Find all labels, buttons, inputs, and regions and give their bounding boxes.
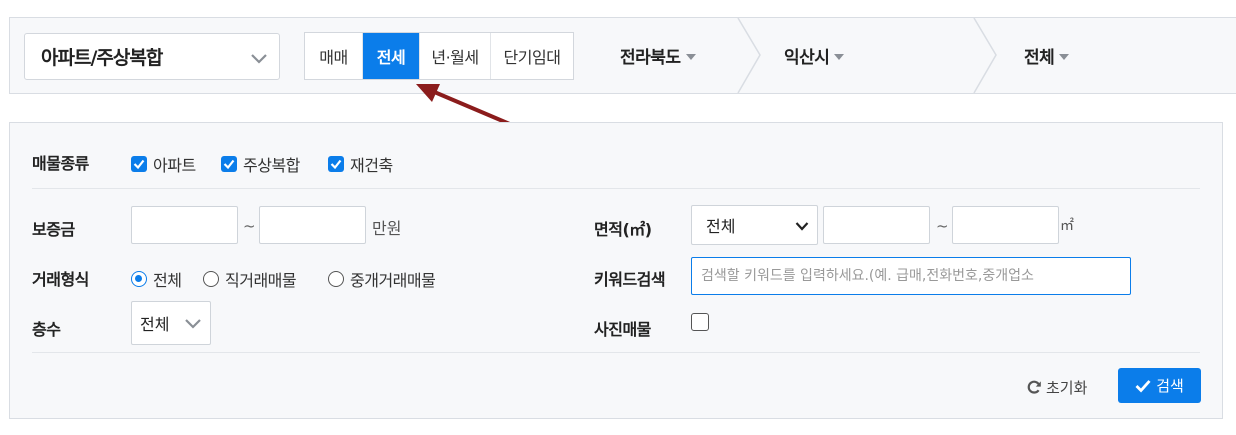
radio-unselected-icon xyxy=(328,271,344,287)
keyword-search-label: 키워드검색 xyxy=(594,270,666,289)
checkbox-mixed-use-label: 주상복합 xyxy=(243,156,300,175)
deal-method-label: 거래형식 xyxy=(32,270,89,289)
check-icon xyxy=(1135,379,1151,393)
search-filter-panel: 매물종류 아파트 주상복합 재건축 보증금 ~ 만원 면적(㎡) 전체 ~ ㎡ … xyxy=(9,122,1223,419)
checkbox-apartment-label: 아파트 xyxy=(153,156,196,175)
region-city-dropdown[interactable]: 익산시 xyxy=(784,18,845,93)
search-button-label: 검색 xyxy=(1156,377,1184,395)
radio-unselected-icon xyxy=(203,271,219,287)
photo-listing-label: 사진매물 xyxy=(594,320,651,339)
region-province-dropdown[interactable]: 전라북도 xyxy=(620,18,696,93)
checkbox-reconstruction-label: 재건축 xyxy=(350,156,393,175)
tab-monthly-rent[interactable]: 년·월세 xyxy=(419,33,490,79)
floor-label: 층수 xyxy=(32,320,61,339)
radio-all[interactable]: 전체 xyxy=(131,267,182,291)
tab-jeonse[interactable]: 전세 xyxy=(362,33,419,79)
checkbox-unchecked-icon xyxy=(691,313,709,331)
radio-brokered-deal[interactable]: 중개거래매물 xyxy=(328,267,436,291)
search-button[interactable]: 검색 xyxy=(1118,368,1201,403)
region-city-label: 익산시 xyxy=(784,48,830,68)
floor-select-value: 전체 xyxy=(140,315,170,334)
caret-down-icon xyxy=(834,53,845,60)
breadcrumb-separator-icon xyxy=(737,18,761,93)
breadcrumb-separator-icon xyxy=(973,18,997,93)
deal-type-tabs: 매매 전세 년·월세 단기임대 xyxy=(304,32,574,80)
deposit-max-input[interactable] xyxy=(259,206,366,244)
keyword-search-input[interactable] xyxy=(691,257,1131,295)
chevron-down-icon xyxy=(185,319,201,329)
checkbox-photo-listing[interactable] xyxy=(691,313,709,331)
area-min-input[interactable] xyxy=(823,206,930,244)
divider xyxy=(32,188,1200,189)
checkbox-checked-icon xyxy=(328,156,344,172)
checkbox-mixed-use[interactable]: 주상복합 xyxy=(221,152,300,176)
radio-direct-deal-label: 직거래매물 xyxy=(225,271,297,290)
deposit-unit: 만원 xyxy=(372,219,402,238)
checkbox-checked-icon xyxy=(131,156,147,172)
caret-down-icon xyxy=(685,53,696,60)
checkbox-apartment[interactable]: 아파트 xyxy=(131,152,196,176)
region-district-dropdown[interactable]: 전체 xyxy=(1024,18,1070,93)
deposit-label: 보증금 xyxy=(32,220,75,239)
tab-sale[interactable]: 매매 xyxy=(305,33,362,79)
area-unit: ㎡ xyxy=(1060,218,1074,234)
chevron-down-icon xyxy=(795,222,809,231)
radio-all-label: 전체 xyxy=(153,271,182,290)
range-tilde: ~ xyxy=(936,217,949,235)
checkbox-checked-icon xyxy=(221,156,237,172)
floor-select[interactable]: 전체 xyxy=(131,301,211,345)
region-district-label: 전체 xyxy=(1024,48,1055,68)
area-label: 면적(㎡) xyxy=(594,220,652,239)
area-max-input[interactable] xyxy=(952,206,1059,244)
radio-selected-icon xyxy=(131,271,147,287)
refresh-icon xyxy=(1027,380,1041,394)
caret-down-icon xyxy=(1059,53,1070,60)
tab-short-term-rent[interactable]: 단기임대 xyxy=(490,33,573,79)
deposit-min-input[interactable] xyxy=(131,206,238,244)
property-type-dropdown[interactable]: 아파트/주상복합 xyxy=(24,33,280,80)
reset-button[interactable]: 초기화 xyxy=(1026,371,1087,403)
range-tilde: ~ xyxy=(243,217,256,235)
area-select-value: 전체 xyxy=(706,217,736,236)
checkbox-reconstruction[interactable]: 재건축 xyxy=(328,152,393,176)
radio-brokered-deal-label: 중개거래매물 xyxy=(350,271,436,290)
reset-button-label: 초기화 xyxy=(1046,378,1088,397)
listing-topbar: 아파트/주상복합 매매 전세 년·월세 단기임대 전라북도 익산시 전체 xyxy=(9,17,1236,94)
chevron-down-icon xyxy=(251,54,267,64)
radio-direct-deal[interactable]: 직거래매물 xyxy=(203,267,297,291)
area-select[interactable]: 전체 xyxy=(691,205,818,245)
region-province-label: 전라북도 xyxy=(620,48,681,68)
property-kind-label: 매물종류 xyxy=(32,154,89,173)
property-type-label: 아파트/주상복합 xyxy=(41,47,163,69)
divider xyxy=(32,352,1200,353)
